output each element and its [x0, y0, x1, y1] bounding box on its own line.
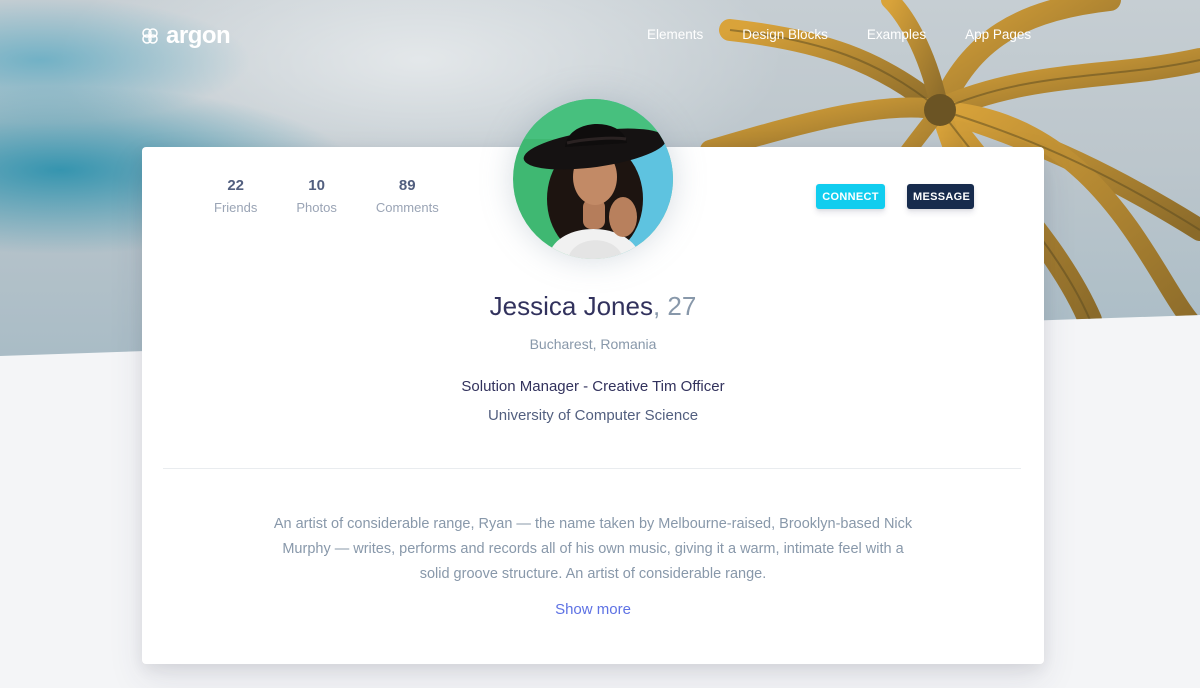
nav-links: Elements Design Blocks Examples App Page…: [647, 27, 1031, 42]
profile-bio: An artist of considerable range, Ryan — …: [273, 516, 913, 582]
stat-comments: 89 Comments: [376, 177, 439, 215]
stat-label: Comments: [375, 200, 439, 215]
profile-age: , 27: [652, 291, 697, 321]
brand-logo[interactable]: argon: [140, 22, 231, 50]
avatar[interactable]: [513, 99, 673, 259]
nav-link-examples[interactable]: Examples: [867, 27, 926, 42]
stat-label: Photos: [296, 200, 337, 215]
stat-value: 10: [308, 177, 325, 194]
profile-job: Solution Manager - Creative Tim Officer: [461, 378, 725, 395]
show-more-link[interactable]: Show more: [142, 601, 1044, 618]
nav-link-app-pages[interactable]: App Pages: [965, 27, 1031, 42]
stat-friends: 22 Friends: [214, 177, 257, 215]
stat-label: Friends: [214, 200, 258, 215]
message-button[interactable]: MESSAGE: [907, 184, 974, 209]
navbar: argon Elements Design Blocks Examples Ap…: [0, 0, 1200, 70]
connect-button[interactable]: CONNECT: [816, 184, 885, 209]
brand-name: argon: [166, 22, 231, 49]
stat-photos: 10 Photos: [296, 177, 336, 215]
stat-value: 22: [227, 177, 245, 194]
nav-link-elements[interactable]: Elements: [647, 27, 703, 42]
profile-school: University of Computer Science: [487, 407, 699, 424]
divider: [163, 468, 1021, 469]
profile-stats: 22 Friends 10 Photos 89 Comments: [214, 177, 478, 215]
profile-name-text: Jessica Jones: [489, 291, 653, 321]
argon-logo-icon: [142, 28, 158, 44]
stat-value: 89: [398, 177, 416, 194]
nav-link-design-blocks[interactable]: Design Blocks: [742, 27, 828, 42]
avatar-photo: [513, 99, 673, 259]
profile-location: Bucharest, Romania: [529, 336, 657, 352]
profile-name: Jessica Jones, 27: [142, 291, 1044, 322]
